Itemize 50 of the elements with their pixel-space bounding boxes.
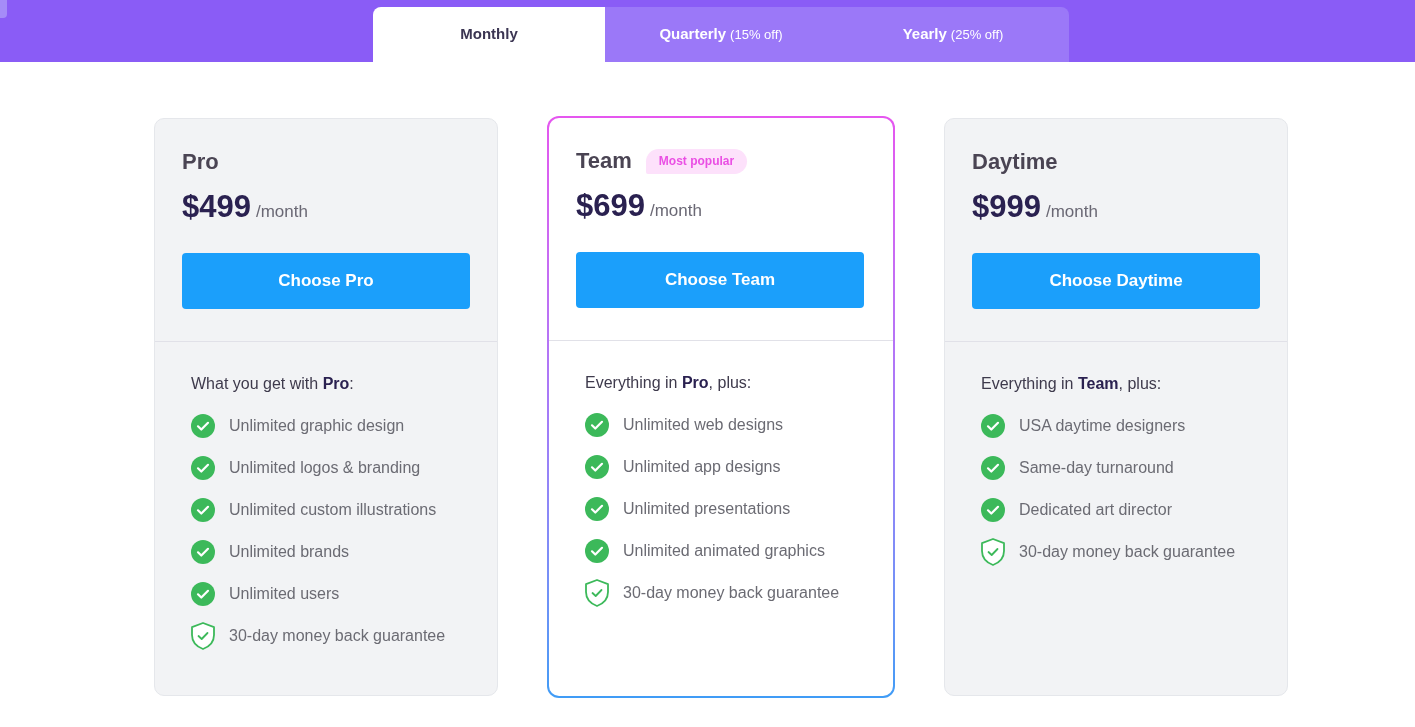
plan-price: $699 [576,187,645,225]
feature-text: 30-day money back guarantee [1019,542,1236,562]
features-intro: Everything in Pro, plus: [585,373,753,393]
feature-text: 30-day money back guarantee [623,583,840,603]
shield-check-icon [191,622,215,650]
popular-badge: Most popular [645,148,748,174]
check-circle-icon [981,414,1005,438]
check-circle-icon [585,413,609,437]
plan-price: $499 [182,188,251,226]
features-intro: What you get with Pro: [191,374,355,394]
features-intro: Everything in Team, plus: [981,374,1163,394]
feature-text: Unlimited logos & branding [229,458,421,478]
feature-text: Unlimited brands [229,542,350,562]
check-circle-icon [191,414,215,438]
feature-text: Unlimited app designs [623,457,781,477]
check-circle-icon [585,497,609,521]
feature-text: Unlimited web designs [623,415,784,435]
check-circle-icon [191,456,215,480]
check-circle-icon [981,498,1005,522]
price-period: /month [1045,201,1098,223]
shield-check-icon [585,579,609,607]
feature-text: Unlimited presentations [623,499,791,519]
check-circle-icon [585,539,609,563]
billing-tab[interactable]: Quarterly (15% off) [605,7,837,62]
choose-plan-button[interactable]: Choose Daytime [972,253,1260,309]
check-circle-icon [191,540,215,564]
plan-name: Team [576,147,632,175]
price-period: /month [255,201,308,223]
feature-text: Unlimited users [229,584,340,604]
shield-check-icon [981,538,1005,566]
feature-text: Same-day turnaround [1019,458,1174,478]
billing-tab[interactable]: Yearly (25% off) [837,7,1069,62]
feature-text: Dedicated art director [1019,500,1172,520]
billing-tab[interactable]: Monthly [373,7,605,62]
feature-text: Unlimited graphic design [229,416,405,436]
plan-price: $999 [972,188,1041,226]
check-circle-icon [191,582,215,606]
check-circle-icon [981,456,1005,480]
feature-text: USA daytime designers [1019,416,1186,436]
choose-plan-button[interactable]: Choose Team [576,252,864,308]
price-period: /month [649,200,702,222]
check-circle-icon [585,455,609,479]
feature-text: 30-day money back guarantee [229,626,446,646]
cut-off-shape [0,0,7,18]
plan-name: Daytime [972,148,1058,176]
plan-name: Pro [182,148,219,176]
feature-text: Unlimited custom illustrations [229,500,437,520]
feature-text: Unlimited animated graphics [623,541,825,561]
choose-plan-button[interactable]: Choose Pro [182,253,470,309]
check-circle-icon [191,498,215,522]
